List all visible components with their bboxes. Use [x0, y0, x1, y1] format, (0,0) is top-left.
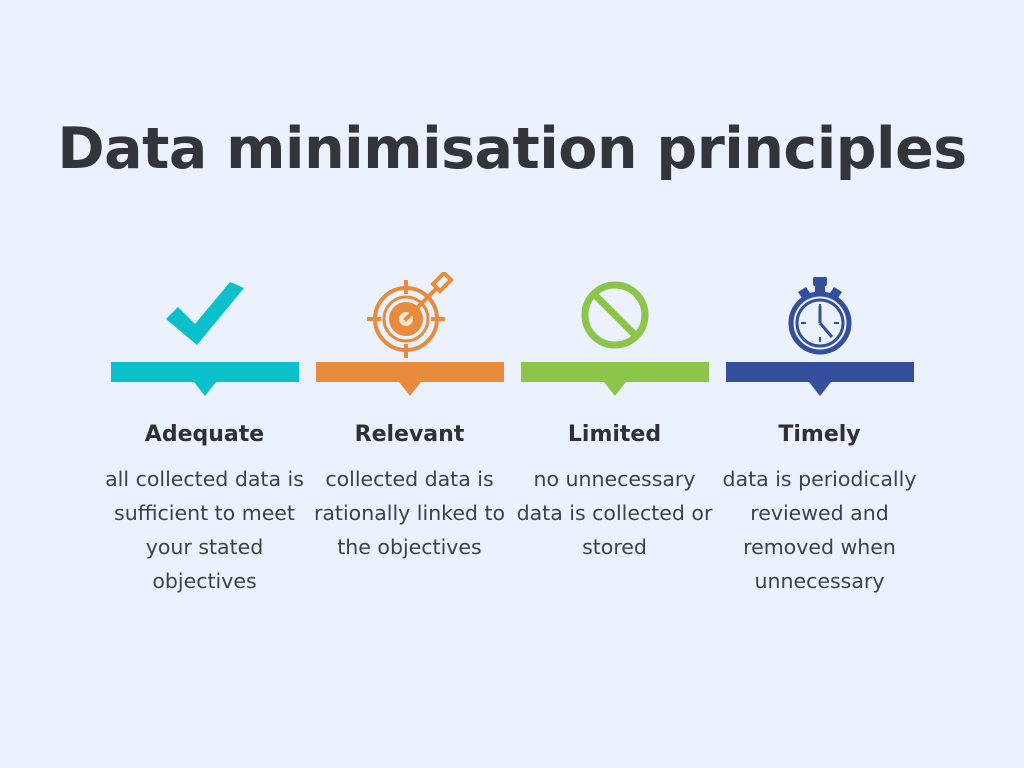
- icon-area: [717, 268, 922, 362]
- color-bar: [315, 362, 504, 382]
- stopwatch-icon: [784, 275, 856, 355]
- bar-pointer-icon: [603, 382, 626, 396]
- color-bar-adequate: [110, 362, 299, 396]
- principles-row: Adequate all collected data is sufficien…: [102, 268, 922, 599]
- target-with-arrow-icon: [366, 272, 454, 358]
- bar-pointer-icon: [193, 382, 216, 396]
- check-mark-icon: [162, 279, 248, 351]
- principle-column-limited: Limited no unnecessary data is collected…: [512, 268, 717, 565]
- principle-heading: Limited: [567, 422, 662, 447]
- page-title: Data minimisation principles: [57, 116, 967, 182]
- principle-column-adequate: Adequate all collected data is sufficien…: [102, 268, 307, 599]
- icon-area: [307, 268, 512, 362]
- color-bar: [725, 362, 914, 382]
- principle-heading: Relevant: [354, 422, 465, 447]
- bar-pointer-icon: [398, 382, 421, 396]
- color-bar: [520, 362, 709, 382]
- principle-description: collected data is rationally linked to t…: [313, 467, 506, 560]
- principle-heading: Adequate: [144, 422, 265, 447]
- color-bar-limited: [520, 362, 709, 396]
- color-bar-relevant: [315, 362, 504, 396]
- color-bar-timely: [725, 362, 914, 396]
- principle-description: data is periodically reviewed and remove…: [722, 467, 917, 593]
- principle-column-relevant: Relevant collected data is rationally li…: [307, 268, 512, 565]
- bar-pointer-icon: [808, 382, 831, 396]
- principle-description: no unnecessary data is collected or stor…: [516, 467, 713, 560]
- icon-area: [512, 268, 717, 362]
- color-bar: [110, 362, 299, 382]
- principle-description: all collected data is sufficient to meet…: [105, 467, 304, 593]
- infographic-slide: Data minimisation principles Adequate al…: [0, 0, 1024, 768]
- principle-heading: Timely: [778, 422, 861, 447]
- icon-area: [102, 268, 307, 362]
- principle-column-timely: Timely data is periodically reviewed and…: [717, 268, 922, 599]
- prohibition-icon: [580, 280, 650, 350]
